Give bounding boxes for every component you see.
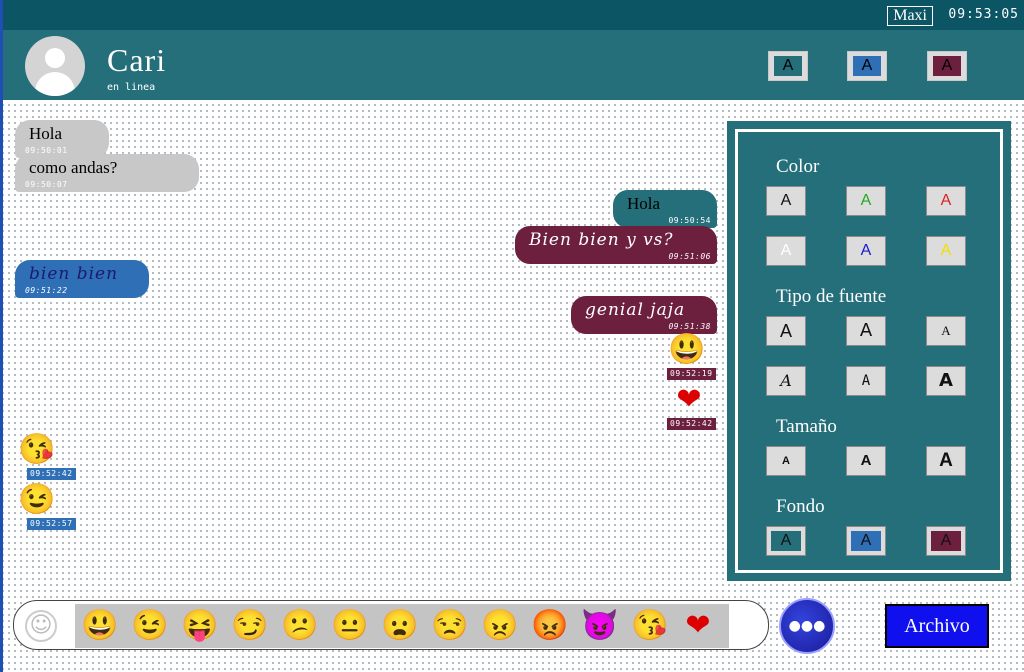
size-option-medium[interactable]: A <box>846 446 886 476</box>
neutral-emoji-icon[interactable]: 😐 <box>331 607 369 645</box>
wink-emoji-icon: 😉 <box>18 483 56 516</box>
avatar-head-icon <box>45 48 65 68</box>
message-time: 09:52:42 <box>667 418 716 430</box>
font-option-bold[interactable]: A <box>926 366 966 396</box>
user-badge[interactable]: Maxi <box>887 6 933 26</box>
message-time: 09:52:57 <box>27 518 76 530</box>
theme-button-wine[interactable]: A <box>927 51 967 81</box>
emoji-message-incoming: 😉 <box>17 482 57 518</box>
size-option-small[interactable]: A <box>766 446 806 476</box>
message-outgoing: genial jaja 09:51:38 <box>571 296 717 334</box>
globe-dots-icon: ●●● <box>788 618 826 634</box>
style-panel-frame: Color A A A A A A Tipo de fuente A A A A… <box>735 129 1003 573</box>
chat-header: Cari en linea A A A <box>3 30 1024 100</box>
chat-area[interactable]: Hola 09:50:01 como andas? 09:50:07 Hola … <box>3 100 723 590</box>
contact-status: en linea <box>107 82 156 93</box>
avatar-body-icon <box>35 72 75 96</box>
file-button[interactable]: Archivo <box>885 604 989 648</box>
background-option-wine[interactable]: A <box>926 526 966 556</box>
message-time: 09:52:42 <box>27 468 76 480</box>
message-text: como andas? <box>29 158 118 177</box>
background-option-blue[interactable]: A <box>846 526 886 556</box>
contact-name: Cari <box>107 42 167 78</box>
color-option-white[interactable]: A <box>766 236 806 266</box>
size-option-large[interactable]: A <box>926 446 966 476</box>
clock: 09:53:05 <box>948 7 1019 22</box>
color-option-blue[interactable]: A <box>846 236 886 266</box>
theme-button-blue[interactable]: A <box>847 51 887 81</box>
tongue-emoji-icon[interactable]: 😝 <box>181 607 219 645</box>
style-panel: Color A A A A A A Tipo de fuente A A A A… <box>727 121 1011 581</box>
color-option-black[interactable]: A <box>766 186 806 216</box>
devil-emoji-icon[interactable]: 😈 <box>581 607 619 645</box>
heart-emoji-icon: ❤ <box>676 383 702 416</box>
message-time: 09:51:06 <box>668 252 711 261</box>
rage-emoji-icon[interactable]: 😡 <box>531 607 569 645</box>
globe-icon[interactable]: ●●● <box>779 598 835 654</box>
background-swatch-blue: A <box>851 531 881 551</box>
grinning-emoji-icon: 😃 <box>668 333 706 366</box>
theme-swatch-blue: A <box>853 56 881 76</box>
color-option-green[interactable]: A <box>846 186 886 216</box>
background-swatch-teal: A <box>771 531 801 551</box>
theme-button-teal[interactable]: A <box>768 51 808 81</box>
color-section-title: Color <box>776 156 820 177</box>
message-incoming: Hola 09:50:01 <box>15 120 109 166</box>
message-incoming: bien bien 09:51:22 <box>15 260 149 298</box>
color-option-yellow[interactable]: A <box>926 236 966 266</box>
font-option-sans[interactable]: A <box>766 316 806 346</box>
frown-emoji-icon[interactable]: 😦 <box>381 607 419 645</box>
emoji-message-incoming: 😘 <box>17 432 57 468</box>
unamused-emoji-icon[interactable]: 😒 <box>431 607 469 645</box>
font-option-script[interactable]: A <box>766 366 806 396</box>
color-option-red[interactable]: A <box>926 186 966 216</box>
message-time: 09:50:54 <box>668 216 711 225</box>
size-section-title: Tamaño <box>776 416 837 437</box>
theme-swatch-wine: A <box>933 56 961 76</box>
font-option-mono[interactable]: A <box>846 366 886 396</box>
smiley-toggle-icon[interactable]: ☺ <box>25 610 57 642</box>
message-time: 09:51:38 <box>668 322 711 331</box>
avatar[interactable] <box>25 36 85 96</box>
confused-emoji-icon[interactable]: 😕 <box>281 607 319 645</box>
message-time: 09:50:07 <box>25 180 68 189</box>
background-option-teal[interactable]: A <box>766 526 806 556</box>
heart-emoji-icon[interactable]: ❤ <box>679 607 717 645</box>
theme-swatch-teal: A <box>774 56 802 76</box>
kiss-emoji-icon: 😘 <box>18 433 56 466</box>
message-text: Hola <box>29 124 63 143</box>
emoji-message-outgoing: 😃 <box>667 332 707 368</box>
font-section-title: Tipo de fuente <box>776 286 887 307</box>
message-text: bien bien <box>29 264 119 284</box>
top-bar: Maxi 09:53:05 <box>3 0 1024 30</box>
message-text: genial jaja <box>585 300 686 320</box>
wink-emoji-icon[interactable]: 😉 <box>131 607 169 645</box>
background-swatch-wine: A <box>931 531 961 551</box>
grinning-emoji-icon[interactable]: 😃 <box>81 607 119 645</box>
angry-emoji-icon[interactable]: 😠 <box>481 607 519 645</box>
emoji-message-outgoing: ❤ <box>669 382 709 418</box>
message-time: 09:52:19 <box>667 368 716 380</box>
message-incoming: como andas? 09:50:07 <box>15 154 199 192</box>
message-text: Bien bien y vs? <box>529 230 674 250</box>
message-time: 09:51:22 <box>25 286 68 295</box>
message-outgoing: Bien bien y vs? 09:51:06 <box>515 226 717 264</box>
font-option-dejavu[interactable]: A <box>846 316 886 346</box>
message-text: Hola <box>627 194 661 213</box>
font-option-serif[interactable]: A <box>926 316 966 346</box>
message-outgoing: Hola 09:50:54 <box>613 190 717 228</box>
smirk-emoji-icon[interactable]: 😏 <box>231 607 269 645</box>
kiss-emoji-icon[interactable]: 😘 <box>631 607 669 645</box>
background-section-title: Fondo <box>776 496 825 517</box>
